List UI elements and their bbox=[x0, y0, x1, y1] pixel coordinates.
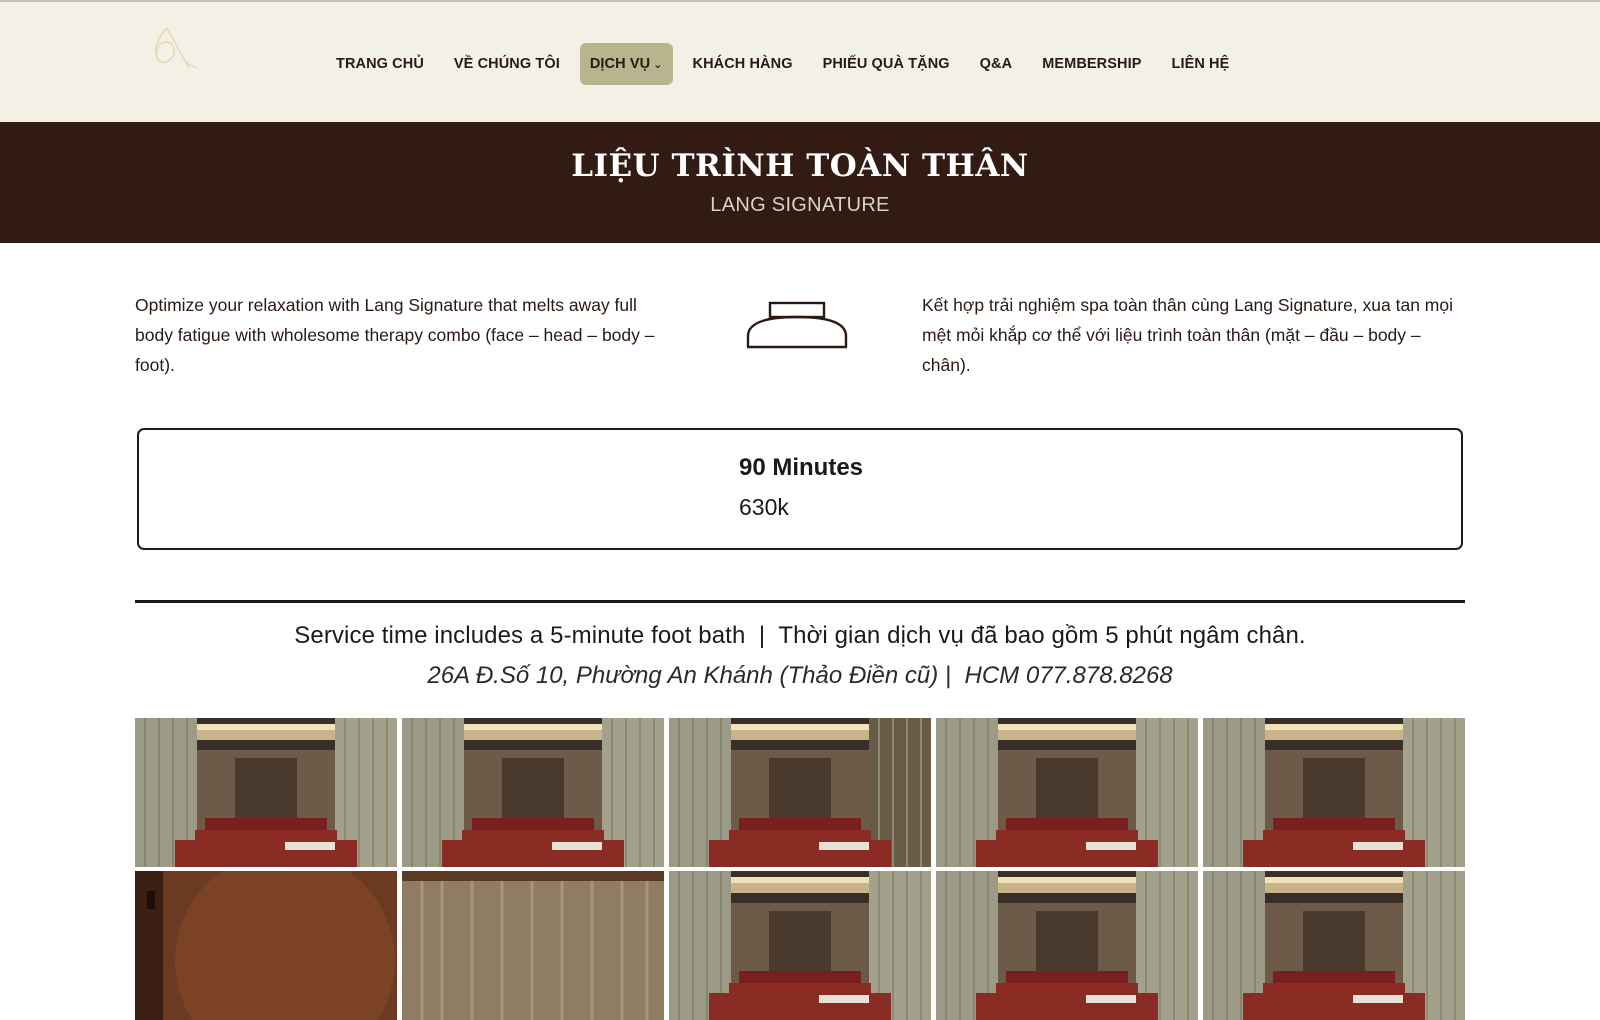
nav-label: LIÊN HỆ bbox=[1171, 56, 1230, 72]
nav-label: MEMBERSHIP bbox=[1042, 56, 1142, 72]
gallery-photo[interactable] bbox=[135, 871, 397, 1020]
price-card: 90 Minutes 630k bbox=[137, 428, 1463, 550]
chevron-down-icon: ⌄ bbox=[653, 59, 663, 71]
gallery-photo[interactable] bbox=[402, 718, 664, 867]
nav-item-gift-voucher[interactable]: PHIẾU QUÀ TẶNG bbox=[813, 43, 960, 85]
page-subtitle: LANG SIGNATURE bbox=[710, 194, 890, 216]
nav-label: KHÁCH HÀNG bbox=[692, 56, 793, 72]
nav-item-membership[interactable]: MEMBERSHIP bbox=[1032, 43, 1151, 85]
nav-label: PHIẾU QUÀ TẶNG bbox=[822, 56, 950, 72]
gallery-photo[interactable] bbox=[1203, 718, 1465, 867]
address-line: 26A Đ.Số 10, Phường An Khánh (Thảo Điền … bbox=[427, 662, 1173, 689]
service-note: Service time includes a 5-minute foot ba… bbox=[294, 622, 1306, 649]
site-header: TRANG CHỦ VỀ CHÚNG TÔI DỊCH VỤ ⌄ KHÁCH HÀ… bbox=[0, 2, 1600, 122]
gallery-photo[interactable] bbox=[135, 718, 397, 867]
nav-label: TRANG CHỦ bbox=[336, 56, 424, 72]
page-title: LIỆU TRÌNH TOÀN THÂN bbox=[571, 148, 1029, 184]
logo-icon[interactable] bbox=[145, 18, 205, 76]
gallery-photo[interactable] bbox=[669, 871, 931, 1020]
nav-item-qa[interactable]: Q&A bbox=[970, 43, 1023, 85]
nav-item-services[interactable]: DỊCH VỤ ⌄ bbox=[579, 43, 673, 85]
divider bbox=[135, 600, 1465, 603]
description-english: Optimize your relaxation with Lang Signa… bbox=[135, 295, 655, 375]
gallery-photo[interactable] bbox=[1203, 871, 1465, 1020]
service-price: 630k bbox=[739, 494, 789, 520]
nav-item-about[interactable]: VỀ CHÚNG TÔI bbox=[444, 43, 570, 85]
photo-gallery bbox=[135, 718, 1465, 1020]
main-nav: TRANG CHỦ VỀ CHÚNG TÔI DỊCH VỤ ⌄ KHÁCH HÀ… bbox=[326, 43, 1239, 85]
nav-label: DỊCH VỤ bbox=[589, 56, 651, 72]
nav-item-contact[interactable]: LIÊN HỆ bbox=[1162, 43, 1240, 85]
description-vietnamese: Kết hợp trải nghiệm spa toàn thân cùng L… bbox=[922, 295, 1453, 375]
gallery-photo[interactable] bbox=[402, 871, 664, 1020]
nav-label: Q&A bbox=[979, 56, 1013, 72]
page-banner: LIỆU TRÌNH TOÀN THÂN LANG SIGNATURE bbox=[0, 122, 1600, 243]
nav-label: VỀ CHÚNG TÔI bbox=[453, 56, 560, 72]
gallery-photo[interactable] bbox=[669, 718, 931, 867]
gallery-photo[interactable] bbox=[936, 871, 1198, 1020]
nav-item-home[interactable]: TRANG CHỦ bbox=[326, 43, 434, 85]
gallery-photo[interactable] bbox=[936, 718, 1198, 867]
service-duration: 90 Minutes bbox=[739, 454, 864, 481]
nav-item-customers[interactable]: KHÁCH HÀNG bbox=[683, 43, 803, 85]
bowl-icon bbox=[745, 298, 849, 350]
